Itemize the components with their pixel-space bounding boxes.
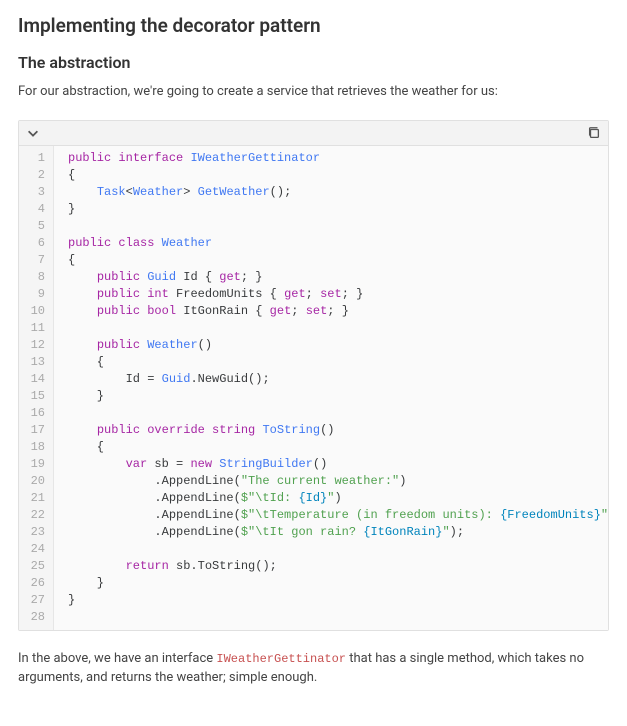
line-number: 10 — [25, 303, 45, 320]
subsection-heading: The abstraction — [18, 53, 609, 72]
line-number: 23 — [25, 524, 45, 541]
code-line: public override string ToString() — [68, 422, 608, 439]
code-line: public class Weather — [68, 235, 608, 252]
line-number: 3 — [25, 184, 45, 201]
line-number: 22 — [25, 507, 45, 524]
line-number: 15 — [25, 388, 45, 405]
code-line: } — [68, 201, 608, 218]
line-number: 25 — [25, 558, 45, 575]
code-line: { — [68, 439, 608, 456]
line-number: 7 — [25, 252, 45, 269]
code-line — [68, 609, 608, 626]
outro-text-pre: In the above, we have an interface — [18, 651, 216, 666]
line-number: 12 — [25, 337, 45, 354]
line-number: 13 — [25, 354, 45, 371]
code-body: 1234567891011121314151617181920212223242… — [19, 146, 608, 630]
line-number: 20 — [25, 473, 45, 490]
code-line: var sb = new StringBuilder() — [68, 456, 608, 473]
code-line: .AppendLine($"\tIt gon rain? {ItGonRain}… — [68, 524, 608, 541]
line-number: 6 — [25, 235, 45, 252]
code-line: { — [68, 252, 608, 269]
intro-paragraph: For our abstraction, we're going to crea… — [18, 82, 609, 102]
line-number: 16 — [25, 405, 45, 422]
line-number: 17 — [25, 422, 45, 439]
line-number: 27 — [25, 592, 45, 609]
code-line: .AppendLine("The current weather:") — [68, 473, 608, 490]
line-number: 4 — [25, 201, 45, 218]
code-line: { — [68, 354, 608, 371]
code-line: return sb.ToString(); — [68, 558, 608, 575]
code-line: } — [68, 388, 608, 405]
line-numbers: 1234567891011121314151617181920212223242… — [19, 146, 54, 630]
code-line — [68, 218, 608, 235]
code-line: public Weather() — [68, 337, 608, 354]
code-line: .AppendLine($"\tTemperature (in freedom … — [68, 507, 608, 524]
line-number: 19 — [25, 456, 45, 473]
code-line — [68, 320, 608, 337]
line-number: 2 — [25, 167, 45, 184]
outro-paragraph: In the above, we have an interface IWeat… — [18, 649, 609, 688]
line-number: 5 — [25, 218, 45, 235]
inline-code: IWeatherGettinator — [216, 652, 346, 666]
code-line: .AppendLine($"\tId: {Id}") — [68, 490, 608, 507]
line-number: 21 — [25, 490, 45, 507]
code-line: Task<Weather> GetWeather(); — [68, 184, 608, 201]
line-number: 18 — [25, 439, 45, 456]
line-number: 24 — [25, 541, 45, 558]
code-line: } — [68, 592, 608, 609]
code-line: public bool ItGonRain { get; set; } — [68, 303, 608, 320]
code-line — [68, 405, 608, 422]
line-number: 11 — [25, 320, 45, 337]
line-number: 9 — [25, 286, 45, 303]
code-line: public int FreedomUnits { get; set; } — [68, 286, 608, 303]
copy-icon[interactable] — [586, 125, 602, 141]
line-number: 28 — [25, 609, 45, 626]
code-line — [68, 541, 608, 558]
code-toolbar — [19, 121, 608, 146]
chevron-down-icon[interactable] — [25, 125, 41, 141]
code-line: public interface IWeatherGettinator — [68, 150, 608, 167]
section-heading: Implementing the decorator pattern — [18, 14, 609, 37]
line-number: 8 — [25, 269, 45, 286]
code-line: { — [68, 167, 608, 184]
code-line: } — [68, 575, 608, 592]
line-number: 1 — [25, 150, 45, 167]
code-line: Id = Guid.NewGuid(); — [68, 371, 608, 388]
code-line: public Guid Id { get; } — [68, 269, 608, 286]
line-number: 26 — [25, 575, 45, 592]
code-content[interactable]: public interface IWeatherGettinator{ Tas… — [54, 146, 608, 630]
code-block: 1234567891011121314151617181920212223242… — [18, 120, 609, 631]
line-number: 14 — [25, 371, 45, 388]
